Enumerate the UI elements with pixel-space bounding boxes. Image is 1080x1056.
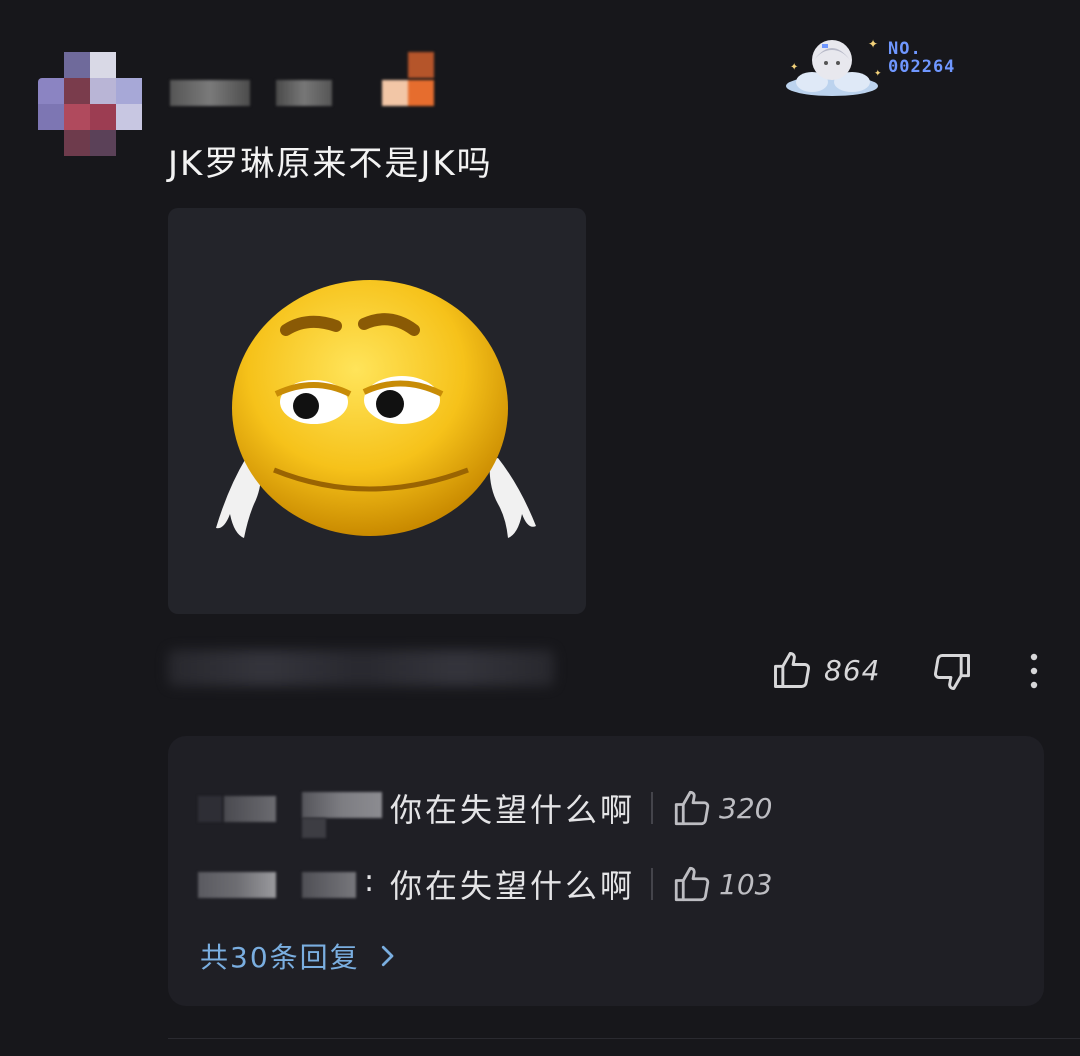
more-options-button[interactable] bbox=[1022, 650, 1046, 692]
badge-number: NO. 002264 bbox=[888, 39, 956, 77]
chevron-right-icon bbox=[381, 945, 394, 967]
view-all-replies-link[interactable]: 共30条回复 bbox=[200, 936, 402, 976]
reply-item[interactable]: 你在失望什么啊 320 bbox=[198, 784, 773, 838]
reply-like-count: 320 bbox=[719, 791, 773, 825]
reply-text: 你在失望什么啊 bbox=[390, 791, 636, 829]
thumbs-up-icon[interactable] bbox=[671, 787, 713, 829]
reply-text: 你在失望什么啊 bbox=[390, 867, 636, 905]
like-count: 864 bbox=[824, 653, 881, 687]
comment-text: JK罗琳原来不是JK吗 bbox=[168, 144, 493, 184]
reply-username-redacted[interactable]: : bbox=[198, 864, 390, 904]
sad-emoji-image bbox=[216, 280, 536, 538]
avatar[interactable] bbox=[38, 52, 144, 158]
dislike-button[interactable] bbox=[930, 650, 974, 698]
thumbs-up-icon[interactable] bbox=[671, 863, 713, 905]
reply-like-count: 103 bbox=[719, 867, 773, 901]
comment-image[interactable] bbox=[168, 208, 586, 614]
divider bbox=[651, 792, 654, 824]
view-all-replies-label: 共30条回复 bbox=[200, 941, 360, 974]
thumbs-down-icon bbox=[934, 654, 970, 690]
character-badge-icon: ✦ ✦ ✦ bbox=[786, 37, 882, 96]
reply-item[interactable]: : 你在失望什么啊 103 bbox=[198, 860, 772, 908]
svg-text:✦: ✦ bbox=[790, 62, 798, 73]
svg-text:✦: ✦ bbox=[868, 37, 878, 51]
thumbs-up-icon bbox=[774, 652, 810, 688]
comment-meta-redacted bbox=[168, 650, 554, 686]
divider bbox=[168, 1038, 1080, 1039]
like-button[interactable]: 864 bbox=[770, 648, 880, 692]
divider bbox=[651, 868, 654, 900]
replies-panel: 你在失望什么啊 320 : 你在失望什么啊 103 共30条回复 bbox=[168, 736, 1044, 1006]
user-badge: ✦ ✦ ✦ NO. 002264 bbox=[782, 30, 992, 100]
reply-username-redacted[interactable] bbox=[198, 788, 390, 838]
username-redacted[interactable] bbox=[170, 52, 440, 108]
more-vertical-icon bbox=[1030, 653, 1038, 689]
svg-text:✦: ✦ bbox=[874, 69, 882, 79]
